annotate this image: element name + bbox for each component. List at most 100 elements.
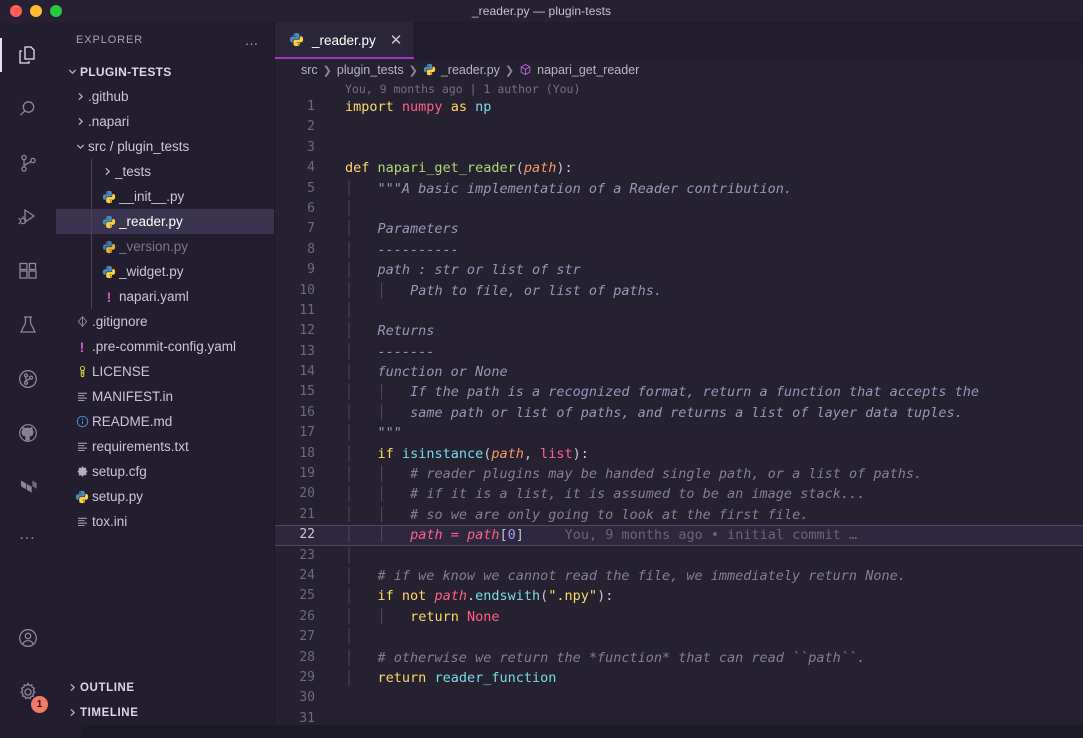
window-controls[interactable] xyxy=(0,5,62,17)
sidebar-section-timeline[interactable]: TIMELINE xyxy=(56,700,274,725)
tree-item-version-py[interactable]: _version.py xyxy=(56,234,274,259)
tree-item-init-py[interactable]: __init__.py xyxy=(56,184,274,209)
code-text[interactable]: │ Returns xyxy=(327,321,1083,341)
code-line[interactable]: 26│ │ return None xyxy=(275,607,1083,627)
code-text[interactable]: │ │ same path or list of paths, and retu… xyxy=(327,403,1083,423)
code-line[interactable]: 16│ │ same path or list of paths, and re… xyxy=(275,403,1083,423)
code-text[interactable]: │ Parameters xyxy=(327,219,1083,239)
activity-more-button[interactable]: … xyxy=(0,514,56,554)
code-text[interactable] xyxy=(327,688,1083,708)
code-text[interactable] xyxy=(327,709,1083,725)
code-text[interactable]: │ xyxy=(327,627,1083,647)
code-line[interactable]: 21│ │ # so we are only going to look at … xyxy=(275,505,1083,525)
code-text[interactable]: │ xyxy=(327,301,1083,321)
code-line[interactable]: 7│ Parameters xyxy=(275,219,1083,239)
code-lines[interactable]: 1import numpy as np2 3 4def napari_get_r… xyxy=(275,97,1083,725)
code-text[interactable]: │ path : str or list of str xyxy=(327,260,1083,280)
code-text[interactable]: │ │ # so we are only going to look at th… xyxy=(327,505,1083,525)
code-text[interactable]: │ # otherwise we return the *function* t… xyxy=(327,648,1083,668)
code-line[interactable]: 12│ Returns xyxy=(275,321,1083,341)
tree-item-github[interactable]: .github xyxy=(56,84,274,109)
code-text[interactable]: │ """A basic implementation of a Reader … xyxy=(327,179,1083,199)
activity-item-settings[interactable]: 1 xyxy=(0,665,56,719)
code-text[interactable]: │ if not path.endswith(".npy"): xyxy=(327,586,1083,606)
file-tree[interactable]: PLUGIN-TESTS .github .napari xyxy=(56,57,274,675)
tree-item-gitignore[interactable]: .gitignore xyxy=(56,309,274,334)
code-line[interactable]: 18│ if isinstance(path, list): xyxy=(275,444,1083,464)
code-text[interactable]: │ │ path = path[0] You, 9 months ago • i… xyxy=(327,525,1083,545)
code-line[interactable]: 13│ ------- xyxy=(275,342,1083,362)
tree-item-tests[interactable]: _tests xyxy=(56,159,274,184)
code-text[interactable]: │ │ Path to file, or list of paths. xyxy=(327,281,1083,301)
code-editor[interactable]: You, 9 months ago | 1 author (You) 1impo… xyxy=(275,81,1083,725)
code-line[interactable]: 24│ # if we know we cannot read the file… xyxy=(275,566,1083,586)
code-line[interactable]: 30 xyxy=(275,688,1083,708)
code-line[interactable]: 1import numpy as np xyxy=(275,97,1083,117)
close-window-button[interactable] xyxy=(10,5,22,17)
tree-item-license[interactable]: LICENSE xyxy=(56,359,274,384)
activity-item-extensions[interactable] xyxy=(0,244,56,298)
tree-item-widget-py[interactable]: _widget.py xyxy=(56,259,274,284)
code-text[interactable]: │ if isinstance(path, list): xyxy=(327,444,1083,464)
code-line[interactable]: 23│ xyxy=(275,546,1083,566)
code-text[interactable]: │ │ return None xyxy=(327,607,1083,627)
tree-item-pre-commit-config[interactable]: ! .pre-commit-config.yaml xyxy=(56,334,274,359)
code-line[interactable]: 31 xyxy=(275,709,1083,725)
code-line[interactable]: 4def napari_get_reader(path): xyxy=(275,158,1083,178)
code-line[interactable]: 25│ if not path.endswith(".npy"): xyxy=(275,586,1083,606)
code-line[interactable]: 5│ """A basic implementation of a Reader… xyxy=(275,179,1083,199)
code-text[interactable]: │ xyxy=(327,199,1083,219)
code-text[interactable]: │ # if we know we cannot read the file, … xyxy=(327,566,1083,586)
tree-root-plugin-tests[interactable]: PLUGIN-TESTS xyxy=(56,59,274,84)
code-line[interactable]: 9│ path : str or list of str xyxy=(275,260,1083,280)
code-line[interactable]: 28│ # otherwise we return the *function*… xyxy=(275,648,1083,668)
code-text[interactable]: │ function or None xyxy=(327,362,1083,382)
activity-item-search[interactable] xyxy=(0,82,56,136)
minimize-window-button[interactable] xyxy=(30,5,42,17)
activity-item-github[interactable] xyxy=(0,406,56,460)
activity-item-git-graph[interactable] xyxy=(0,352,56,406)
sidebar-section-outline[interactable]: OUTLINE xyxy=(56,675,274,700)
activity-item-terraform[interactable] xyxy=(0,460,56,514)
code-line[interactable]: 17│ """ xyxy=(275,423,1083,443)
code-line[interactable]: 19│ │ # reader plugins may be handed sin… xyxy=(275,464,1083,484)
breadcrumb-item-plugin-tests[interactable]: plugin_tests xyxy=(337,63,404,77)
tree-item-tox-ini[interactable]: tox.ini xyxy=(56,509,274,534)
code-line[interactable]: 10│ │ Path to file, or list of paths. xyxy=(275,281,1083,301)
explorer-more-button[interactable]: … xyxy=(245,32,261,48)
code-line[interactable]: 8│ ---------- xyxy=(275,240,1083,260)
tree-item-src-plugin-tests[interactable]: src / plugin_tests xyxy=(56,134,274,159)
code-line[interactable]: 27│ xyxy=(275,627,1083,647)
code-line[interactable]: 22│ │ path = path[0] You, 9 months ago •… xyxy=(275,525,1083,545)
code-text[interactable]: │ xyxy=(327,546,1083,566)
code-text[interactable]: │ return reader_function xyxy=(327,668,1083,688)
tree-item-setup-py[interactable]: setup.py xyxy=(56,484,274,509)
tree-item-manifest-in[interactable]: MANIFEST.in xyxy=(56,384,274,409)
maximize-window-button[interactable] xyxy=(50,5,62,17)
tree-item-napari[interactable]: .napari xyxy=(56,109,274,134)
code-text[interactable] xyxy=(327,117,1083,137)
code-text[interactable] xyxy=(327,138,1083,158)
tree-item-setup-cfg[interactable]: setup.cfg xyxy=(56,459,274,484)
tree-item-requirements-txt[interactable]: requirements.txt xyxy=(56,434,274,459)
code-text[interactable]: │ │ If the path is a recognized format, … xyxy=(327,382,1083,402)
code-line[interactable]: 2 xyxy=(275,117,1083,137)
code-text[interactable]: def napari_get_reader(path): xyxy=(327,158,1083,178)
breadcrumb-item-symbol[interactable]: napari_get_reader xyxy=(519,63,639,77)
code-line[interactable]: 20│ │ # if it is a list, it is assumed t… xyxy=(275,484,1083,504)
breadcrumb-item-src[interactable]: src xyxy=(301,63,318,77)
code-text[interactable]: │ │ # if it is a list, it is assumed to … xyxy=(327,484,1083,504)
tab-reader-py[interactable]: _reader.py ✕ xyxy=(275,22,415,59)
code-line[interactable]: 29│ return reader_function xyxy=(275,668,1083,688)
tree-item-napari-yaml[interactable]: ! napari.yaml xyxy=(56,284,274,309)
activity-item-accounts[interactable] xyxy=(0,611,56,665)
code-text[interactable]: │ ------- xyxy=(327,342,1083,362)
code-line[interactable]: 15│ │ If the path is a recognized format… xyxy=(275,382,1083,402)
activity-item-testing[interactable] xyxy=(0,298,56,352)
code-text[interactable]: │ """ xyxy=(327,423,1083,443)
code-line[interactable]: 3 xyxy=(275,138,1083,158)
tree-item-readme-md[interactable]: README.md xyxy=(56,409,274,434)
activity-item-run-and-debug[interactable] xyxy=(0,190,56,244)
code-line[interactable]: 14│ function or None xyxy=(275,362,1083,382)
code-text[interactable]: import numpy as np xyxy=(327,97,1083,117)
